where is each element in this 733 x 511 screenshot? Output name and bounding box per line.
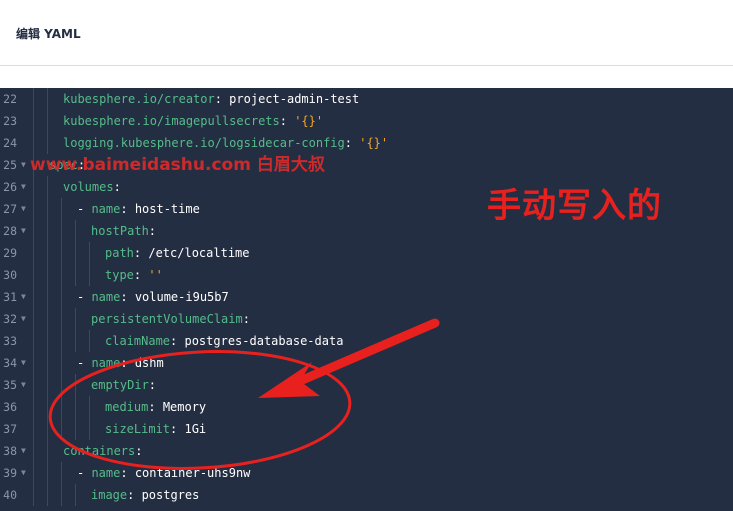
annotation-overlay — [48, 318, 440, 470]
highlight-ellipse — [48, 350, 352, 470]
annotation-arrow-shaft — [295, 318, 440, 386]
callout-text: 手动写入的 — [487, 186, 662, 226]
